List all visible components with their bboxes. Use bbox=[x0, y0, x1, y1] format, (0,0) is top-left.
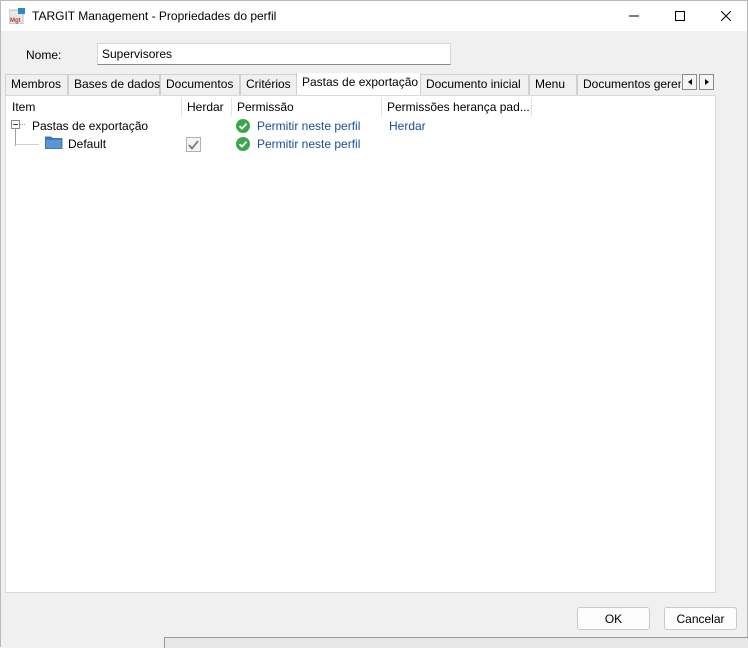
permission-link[interactable]: Permitir neste perfil bbox=[257, 119, 360, 133]
background-area bbox=[1, 637, 164, 648]
cancel-button[interactable]: Cancelar bbox=[664, 607, 737, 630]
close-button[interactable] bbox=[703, 1, 748, 31]
tab-documento-inicial[interactable]: Documento inicial bbox=[420, 74, 529, 95]
tab-bases-de-dados[interactable]: Bases de dados bbox=[68, 74, 160, 95]
tab-scroll-right-button[interactable] bbox=[699, 74, 714, 90]
folder-icon bbox=[45, 136, 63, 149]
minimize-button[interactable] bbox=[611, 1, 657, 31]
inherit-checkbox[interactable] bbox=[186, 137, 201, 152]
tab-membros[interactable]: Membros bbox=[5, 74, 68, 95]
background-window-edge bbox=[164, 637, 748, 648]
profile-properties-window: Mgt TARGIT Management - Propriedades do … bbox=[0, 0, 748, 648]
tab-documentos-gerenciados[interactable]: Documentos gerenciados bbox=[577, 74, 681, 95]
tab-pastas-de-exportacao[interactable]: Pastas de exportação bbox=[296, 73, 421, 95]
maximize-icon bbox=[675, 11, 685, 21]
minimize-icon bbox=[629, 15, 639, 17]
default-inheritance-link[interactable]: Herdar bbox=[389, 119, 426, 133]
window-title: TARGIT Management - Propriedades do perf… bbox=[32, 9, 277, 23]
maximize-button[interactable] bbox=[657, 1, 703, 31]
tab-criterios[interactable]: Critérios bbox=[240, 74, 297, 95]
export-folders-panel: Item Herdar Permissão Permissões herança… bbox=[5, 95, 716, 593]
column-header-item[interactable]: Item bbox=[7, 98, 182, 116]
name-input[interactable] bbox=[97, 43, 451, 65]
column-header-permission[interactable]: Permissão bbox=[232, 98, 382, 116]
column-header-inherit[interactable]: Herdar bbox=[182, 98, 232, 116]
column-header-default-inheritance[interactable]: Permissões herança pad... bbox=[382, 98, 532, 116]
arrow-right-icon bbox=[704, 79, 709, 85]
tab-strip: Membros Bases de dados Documentos Critér… bbox=[5, 73, 681, 95]
app-icon-text: Mgt bbox=[10, 18, 21, 24]
check-circle-icon bbox=[236, 137, 250, 151]
tab-menu[interactable]: Menu bbox=[529, 74, 577, 95]
ok-button[interactable]: OK bbox=[577, 607, 650, 630]
check-circle-icon bbox=[236, 119, 250, 133]
targit-app-icon: Mgt bbox=[9, 8, 25, 24]
arrow-left-icon bbox=[687, 79, 692, 85]
checkmark-icon bbox=[188, 139, 199, 150]
tab-documentos[interactable]: Documentos bbox=[160, 74, 240, 95]
title-bar[interactable]: Mgt TARGIT Management - Propriedades do … bbox=[1, 1, 747, 31]
permission-link[interactable]: Permitir neste perfil bbox=[257, 137, 360, 151]
tree-item-label: Default bbox=[68, 137, 107, 151]
name-label: Nome: bbox=[26, 48, 62, 62]
tree-item-label: Pastas de exportação bbox=[32, 119, 149, 133]
tree-connector bbox=[15, 130, 39, 145]
close-icon bbox=[721, 11, 731, 21]
tab-scroll-left-button[interactable] bbox=[682, 74, 697, 90]
